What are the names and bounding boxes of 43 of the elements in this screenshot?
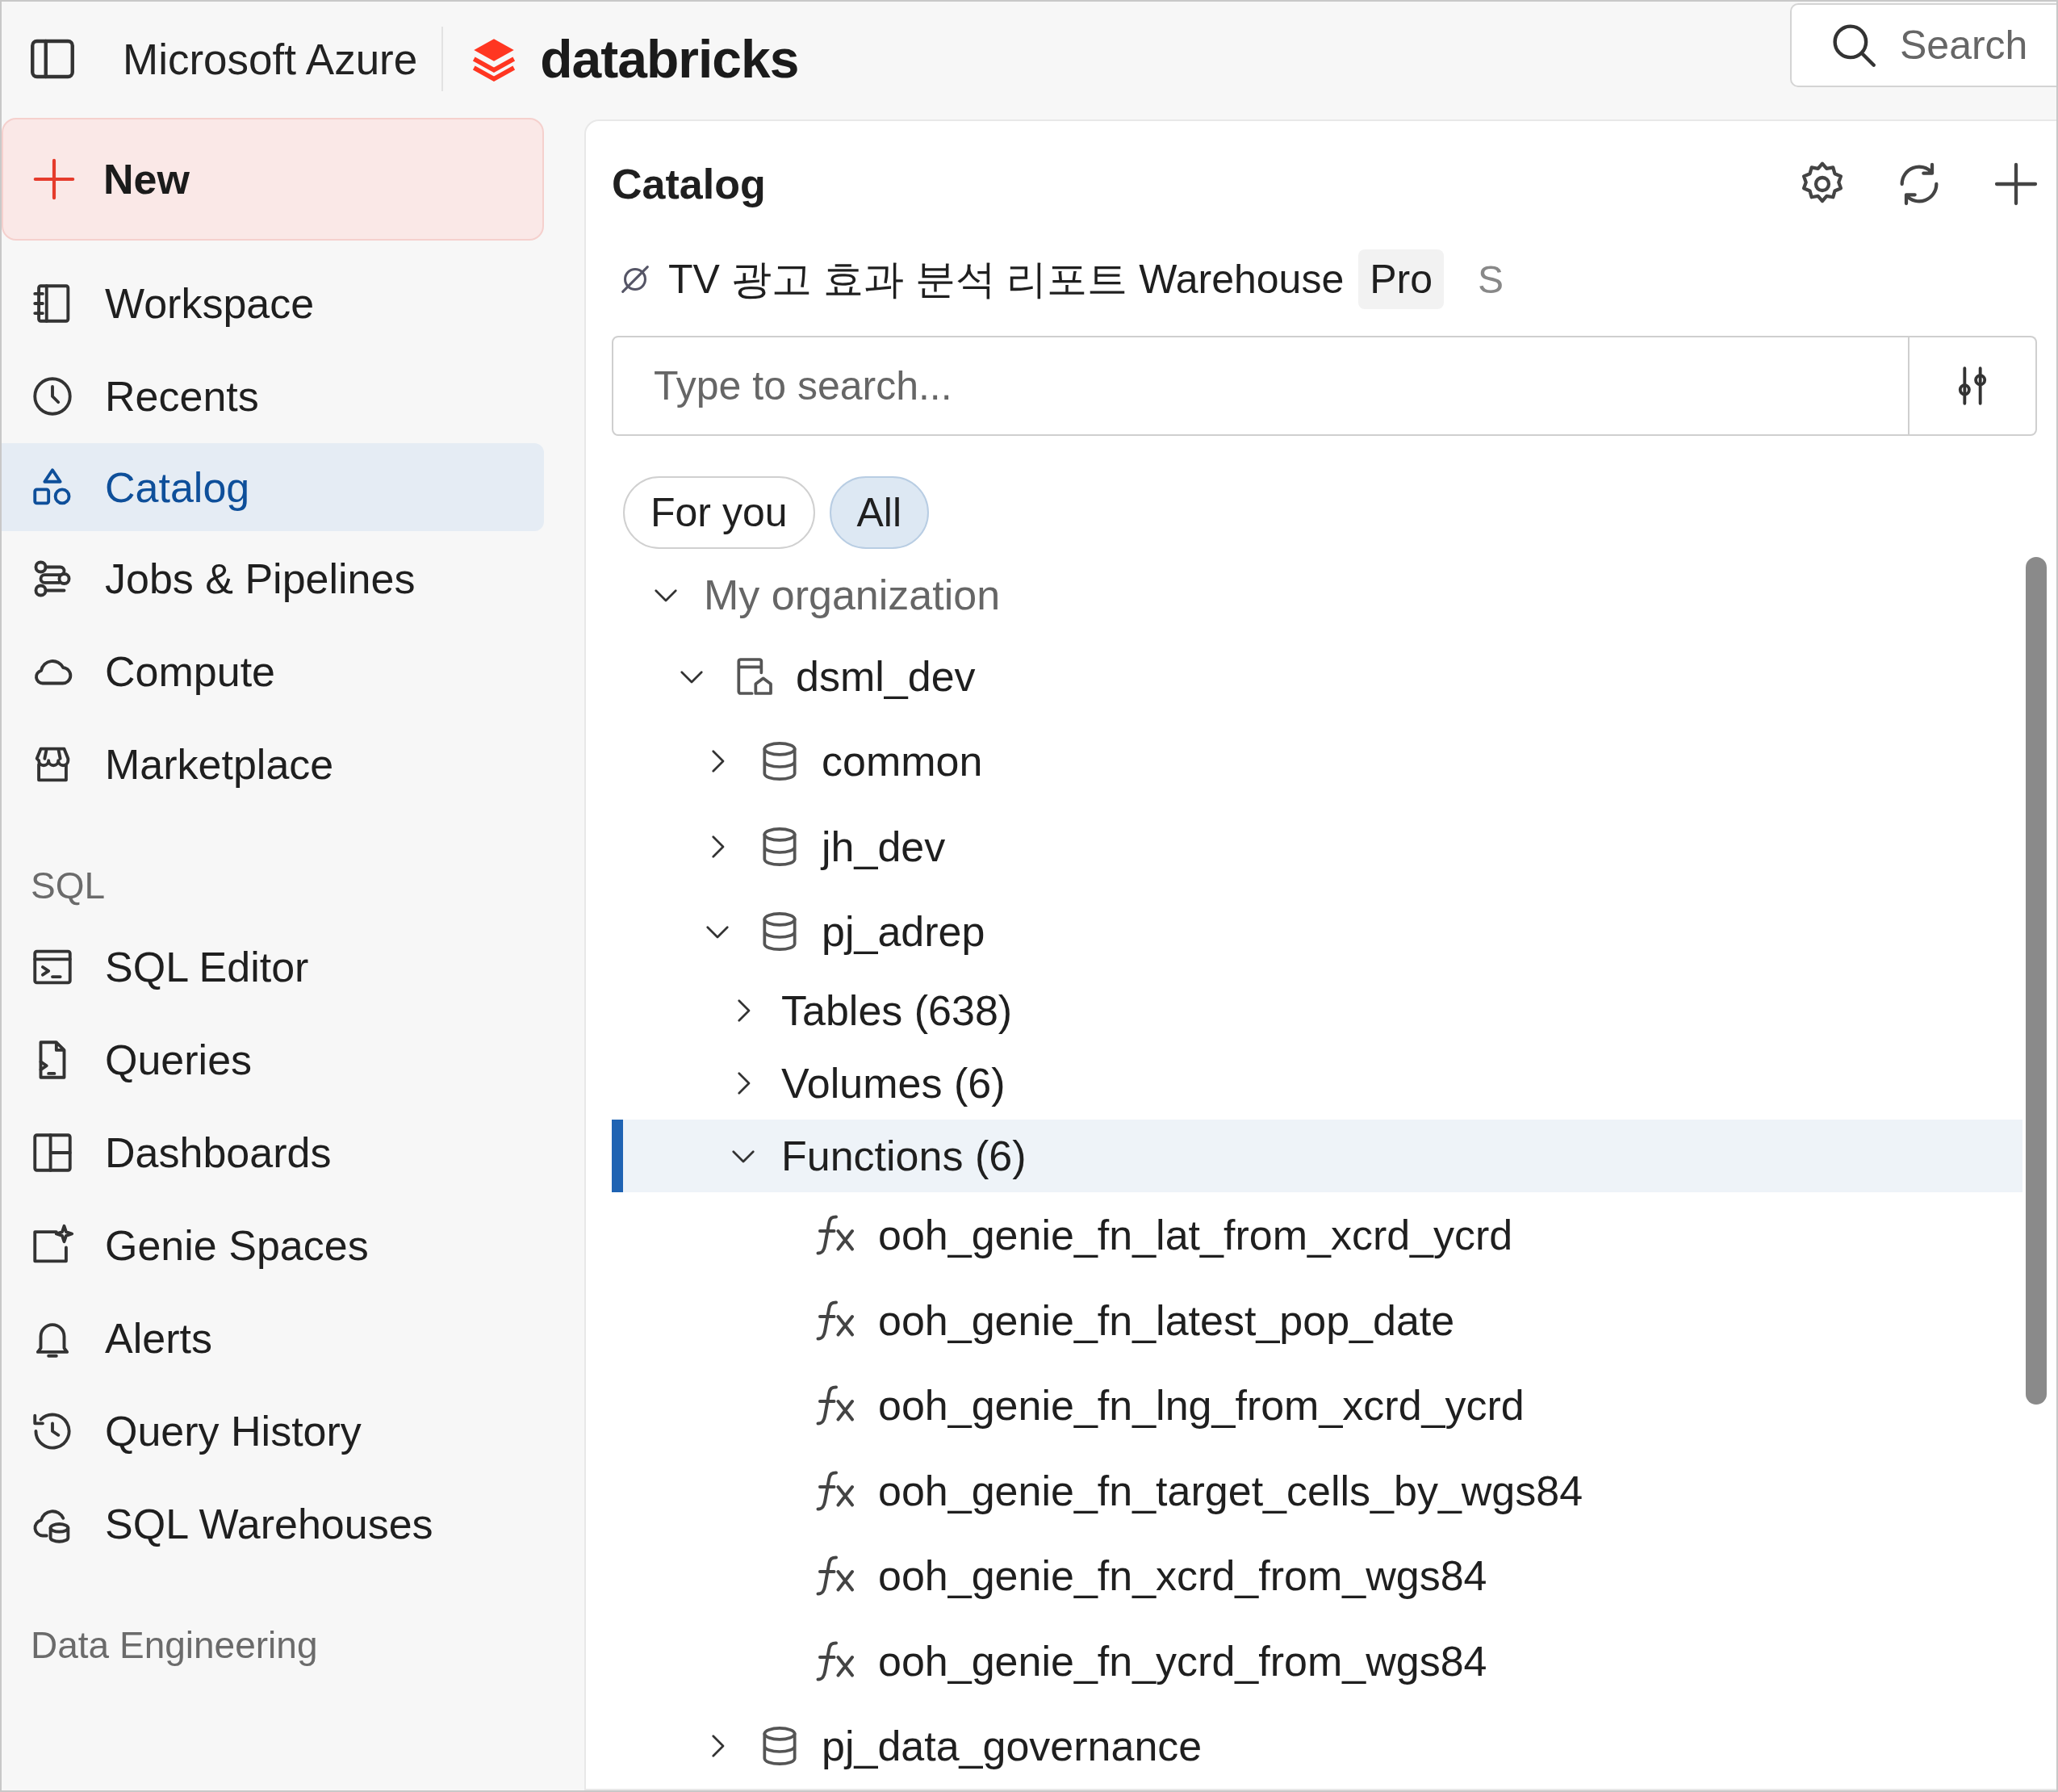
tree-row[interactable]: pj_adrep bbox=[612, 889, 2022, 975]
tree-row[interactable]: dsml_dev bbox=[612, 633, 2022, 719]
brand-name[interactable]: databricks bbox=[540, 28, 799, 90]
nav-item[interactable]: Query History bbox=[2, 1385, 544, 1476]
warehouse-size: S bbox=[1478, 257, 1504, 302]
nav-item[interactable]: Genie Spaces bbox=[2, 1200, 544, 1291]
filter-button[interactable] bbox=[1910, 336, 2037, 436]
section-heading: SQL bbox=[30, 864, 107, 908]
nav-item[interactable]: Recents bbox=[2, 350, 544, 442]
nav-item[interactable]: Alerts bbox=[2, 1292, 544, 1384]
scrollbar[interactable] bbox=[2026, 557, 2047, 1405]
tree-row[interactable]: pj_data_governance bbox=[612, 1703, 2022, 1790]
tree-row[interactable]: ooh_genie_fn_xcrd_from_wgs84 bbox=[612, 1533, 2022, 1618]
tree-row[interactable]: Tables (638) bbox=[612, 974, 2022, 1048]
filter-chip[interactable]: All bbox=[829, 476, 930, 549]
tree-row[interactable]: jh_dev bbox=[612, 804, 2022, 890]
tree-row[interactable]: ooh_genie_fn_lat_from_xcrd_ycrd bbox=[612, 1192, 2022, 1278]
portal-name[interactable]: Microsoft Azure bbox=[123, 34, 418, 84]
nav-item[interactable]: Catalog bbox=[2, 443, 544, 531]
nav-item[interactable]: Marketplace bbox=[2, 718, 544, 810]
warehouse-name[interactable]: TV 광고 효과 분석 리포트 Warehouse bbox=[668, 252, 1345, 307]
nav-item[interactable]: Queries bbox=[2, 1014, 544, 1105]
search-field[interactable]: Search bbox=[1790, 3, 2056, 87]
nav-item[interactable]: Jobs & Pipelines bbox=[2, 533, 544, 624]
nav-item[interactable]: Compute bbox=[2, 626, 544, 717]
tree-row[interactable]: ooh_genie_fn_target_cells_by_wgs84 bbox=[612, 1447, 2022, 1534]
filter-chip[interactable]: For you bbox=[623, 476, 815, 549]
search-field[interactable]: Type to search... bbox=[612, 336, 1910, 436]
tree-row[interactable]: common bbox=[612, 718, 2022, 804]
panel-title: Catalog bbox=[612, 160, 766, 208]
tree-row[interactable]: My organization bbox=[612, 557, 2022, 634]
tier-badge: Pro bbox=[1358, 249, 1444, 309]
tree-row[interactable]: ooh_genie_fn_ycrd_from_wgs84 bbox=[612, 1618, 2022, 1704]
tree-row[interactable]: Volumes (6) bbox=[612, 1047, 2022, 1120]
nav-item[interactable]: SQL Warehouses bbox=[2, 1478, 544, 1569]
tree-row[interactable]: ooh_genie_fn_latest_pop_date bbox=[612, 1277, 2022, 1363]
tree-row[interactable]: ooh_genie_fn_lng_from_xcrd_ycrd bbox=[612, 1363, 2022, 1448]
nav-item[interactable]: Dashboards bbox=[2, 1107, 544, 1198]
new-button[interactable]: New bbox=[2, 118, 544, 241]
nav-item[interactable]: SQL Editor bbox=[2, 921, 544, 1012]
tree-row[interactable]: Functions (6) bbox=[612, 1120, 2022, 1193]
nav-item[interactable]: Workspace bbox=[2, 257, 544, 349]
section-heading: Data Engineering bbox=[30, 1623, 319, 1668]
